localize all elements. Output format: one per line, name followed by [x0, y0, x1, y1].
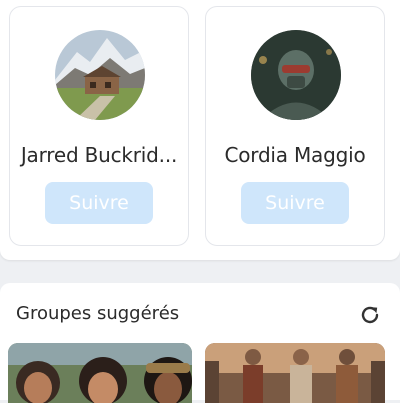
follow-button[interactable]: Suivre — [241, 182, 349, 224]
follow-button[interactable]: Suivre — [45, 182, 153, 224]
group-card-image[interactable] — [205, 343, 385, 403]
person-card[interactable]: Cordia Maggio Suivre — [205, 6, 385, 246]
mountain-cabin-image — [55, 30, 145, 120]
avatar[interactable] — [55, 30, 145, 120]
armored-figure-image — [251, 30, 341, 120]
suggested-people-panel: Jarred Buckrid... Suivre Cordia Maggio S… — [0, 0, 400, 260]
person-card[interactable]: Jarred Buckrid... Suivre — [9, 6, 189, 246]
group-photo — [205, 343, 385, 403]
section-title: Groupes suggérés — [16, 303, 180, 324]
group-card-image[interactable] — [8, 343, 192, 403]
person-name[interactable]: Jarred Buckrid... — [16, 143, 182, 167]
person-name[interactable]: Cordia Maggio — [212, 143, 378, 167]
suggested-groups-panel: Groupes suggérés — [0, 283, 400, 403]
refresh-icon[interactable] — [358, 303, 382, 327]
avatar[interactable] — [251, 30, 341, 120]
group-photo — [8, 343, 192, 403]
